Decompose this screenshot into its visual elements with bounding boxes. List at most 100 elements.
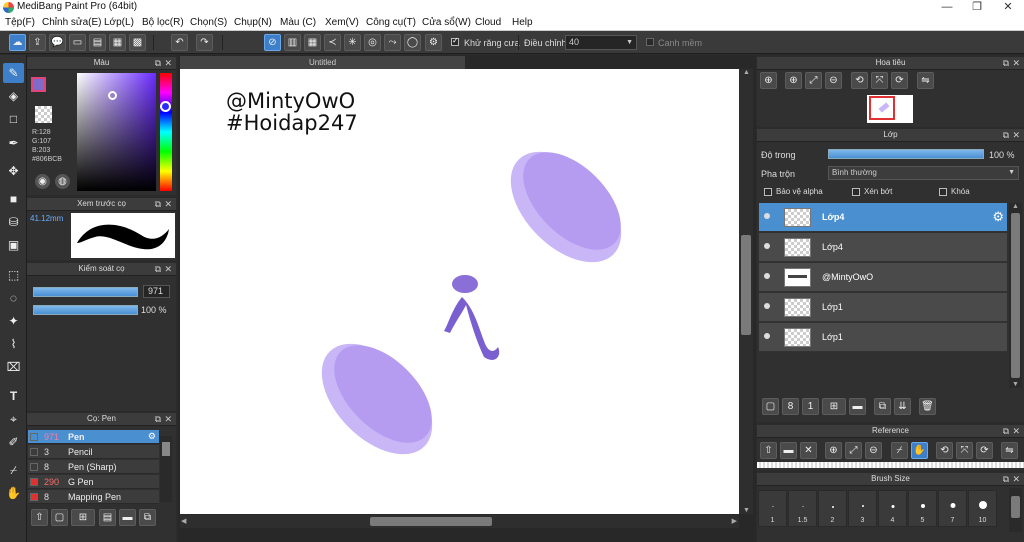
layer-item[interactable]: Lớp1 (759, 323, 1007, 352)
brush-item-pen[interactable]: 971 Pen ⚙ (28, 430, 159, 444)
float-icon[interactable]: ⧉ (155, 263, 161, 275)
brush-item-pencil[interactable]: 3 Pencil (28, 445, 159, 459)
close-icon[interactable]: ✕ (164, 198, 172, 210)
layer-item[interactable]: Lớp4 (759, 233, 1007, 262)
brush-size-slider[interactable] (33, 287, 138, 297)
radial-snap-icon[interactable]: ✳ (344, 34, 361, 51)
new-1bit-layer-icon[interactable]: 1 (802, 398, 819, 415)
gradient-tool-icon[interactable]: ▣ (3, 235, 24, 255)
zoom-out-icon[interactable]: ⊖ (865, 442, 882, 459)
rotate-right-icon[interactable]: ⟳ (976, 442, 993, 459)
scroll-down-icon[interactable]: ▼ (1012, 381, 1019, 388)
close-button[interactable]: ✕ (993, 0, 1023, 15)
panel-icon[interactable]: ▦ (109, 34, 126, 51)
new-8bit-layer-icon[interactable]: 8 (782, 398, 799, 415)
brush-size-option[interactable]: 2 (818, 490, 847, 527)
brush-opacity-slider[interactable] (33, 305, 138, 315)
brush-size-option[interactable]: 3 (848, 490, 877, 527)
hue-slider[interactable] (160, 73, 172, 191)
scrollbar-thumb[interactable] (162, 442, 170, 456)
layer-item[interactable]: Lớp4 ⚙ (759, 203, 1007, 232)
close-icon[interactable]: ✕ (1012, 473, 1020, 485)
visibility-icon[interactable] (764, 243, 770, 249)
new-brush-icon[interactable]: ▢ (51, 509, 68, 526)
operation-tool-icon[interactable]: ⌖ (3, 409, 24, 429)
close-icon[interactable]: ✕ (1012, 129, 1020, 141)
palette-settings-icon[interactable]: ◍ (55, 174, 70, 189)
clipping-checkbox[interactable] (852, 188, 860, 196)
menu-tools[interactable]: Công cụ(T) (366, 17, 416, 28)
smooth-checkbox[interactable] (646, 38, 654, 46)
fit-icon[interactable]: ⤢ (845, 442, 862, 459)
fill-rect-tool-icon[interactable]: ■ (3, 189, 24, 209)
snap-off-icon[interactable]: ⊘ (264, 34, 281, 51)
merge-layer-icon[interactable]: ⇊ (894, 398, 911, 415)
color-picker-handle[interactable] (108, 91, 117, 100)
layer-item[interactable]: @MintyOwO (759, 263, 1007, 292)
gear-icon[interactable]: ⚙ (992, 209, 1004, 225)
bucket-tool-icon[interactable]: ⛁ (3, 212, 24, 232)
select-tool-icon[interactable]: ⬚ (3, 265, 24, 285)
menu-edit[interactable]: Chỉnh sửa(E) (42, 17, 102, 28)
document-tab[interactable]: Untitled (180, 56, 465, 69)
brush-size-option[interactable]: 10 (968, 490, 997, 527)
menu-view[interactable]: Xem(V) (325, 17, 359, 28)
rotate-right-icon[interactable]: ⟳ (891, 72, 908, 89)
visibility-icon[interactable] (764, 213, 770, 219)
scrollbar-thumb[interactable] (741, 235, 751, 335)
delete-layer-icon[interactable]: 🗑 (919, 398, 936, 415)
vanishing-point-icon[interactable]: ≺ (324, 34, 341, 51)
close-icon[interactable]: ✕ (1012, 425, 1020, 437)
lasso-tool-icon[interactable]: ◌ (3, 288, 24, 308)
redo-icon[interactable]: ↷ (196, 34, 213, 51)
close-icon[interactable]: ✕ (164, 413, 172, 425)
brush-list-scrollbar[interactable] (160, 436, 172, 502)
scroll-left-icon[interactable]: ◀ (181, 517, 186, 525)
float-icon[interactable]: ⧉ (155, 57, 161, 69)
menu-window[interactable]: Cửa sổ(W) (422, 17, 471, 28)
brush-item-mapping-pen[interactable]: 8 Mapping Pen (28, 490, 159, 504)
add-brush-icon[interactable]: ⊞ (71, 509, 95, 526)
protect-alpha-checkbox[interactable] (764, 188, 772, 196)
hand-tool-icon[interactable]: ✋ (3, 483, 24, 503)
zoom-in-icon[interactable]: ⊕ (825, 442, 842, 459)
new-layer-icon[interactable]: ▢ (762, 398, 779, 415)
comment-icon[interactable]: ▭ (69, 34, 86, 51)
brush-size-option[interactable]: 5 (908, 490, 937, 527)
menu-color[interactable]: Màu (C) (280, 17, 316, 28)
close-reference-icon[interactable]: ✕ (800, 442, 817, 459)
maximize-button[interactable]: ❐ (962, 0, 992, 15)
text-tool-icon[interactable]: T (3, 386, 24, 406)
hand-icon[interactable]: ✋ (911, 442, 928, 459)
eyedropper-icon[interactable]: ⌿ (891, 442, 908, 459)
menu-file[interactable]: Tệp(F) (5, 17, 35, 28)
correction-select[interactable]: 40 ▼ (565, 35, 637, 50)
rotate-left-icon[interactable]: ⟲ (851, 72, 868, 89)
close-icon[interactable]: ✕ (1012, 57, 1020, 69)
float-icon[interactable]: ⧉ (1003, 425, 1009, 437)
brush-size-option[interactable]: 1 (758, 490, 787, 527)
document-icon[interactable]: ▤ (89, 34, 106, 51)
reset-rotation-icon[interactable]: ⤧ (956, 442, 973, 459)
reference-cloud-icon[interactable]: ⇧ (760, 442, 777, 459)
lock-checkbox[interactable] (939, 188, 947, 196)
saturation-value-square[interactable] (77, 73, 156, 191)
copy-brush-icon[interactable]: ⧉ (139, 509, 156, 526)
curve-snap-icon[interactable]: ⤳ (384, 34, 401, 51)
zoom-out-icon[interactable]: ⊖ (825, 72, 842, 89)
pen-tool-icon[interactable]: ✒ (3, 133, 24, 153)
select-eraser-tool-icon[interactable]: ⌧ (3, 357, 24, 377)
menu-capture[interactable]: Chụp(N) (234, 17, 272, 28)
scrollbar-thumb[interactable] (1011, 213, 1020, 378)
eraser-tool-icon[interactable]: ◈ (3, 86, 24, 106)
flip-icon[interactable]: ⇋ (917, 72, 934, 89)
crosshair-snap-icon[interactable]: ▦ (304, 34, 321, 51)
open-folder-icon[interactable]: ▬ (780, 442, 797, 459)
scrollbar-thumb[interactable] (1011, 496, 1020, 518)
brush-size-value[interactable]: 971 (143, 285, 170, 298)
close-icon[interactable]: ✕ (164, 263, 172, 275)
float-icon[interactable]: ⧉ (1003, 473, 1009, 485)
float-icon[interactable]: ⧉ (1003, 129, 1009, 141)
brush-size-option[interactable]: 7 (938, 490, 967, 527)
blend-mode-select[interactable]: Bình thường ▼ (828, 166, 1019, 180)
